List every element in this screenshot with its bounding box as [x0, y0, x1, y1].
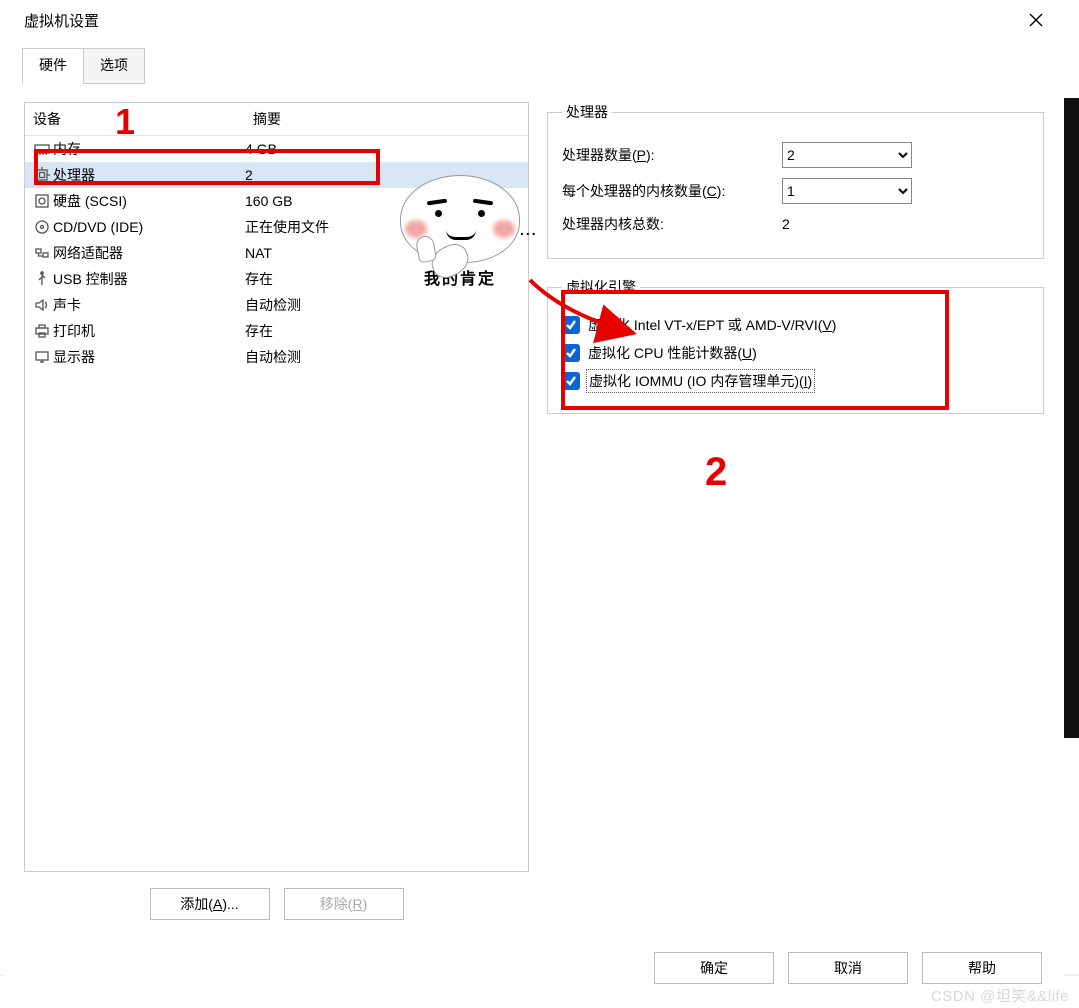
table-row[interactable]: 声卡 自动检测	[25, 292, 528, 318]
cancel-button[interactable]: 取消	[788, 952, 908, 984]
disk-icon	[31, 193, 53, 209]
device-name: 网络适配器	[53, 243, 245, 263]
sound-icon	[31, 297, 53, 313]
printer-icon	[31, 323, 53, 339]
remove-mnemonic: R	[352, 896, 362, 912]
cores-per-proc-select[interactable]: 1	[782, 178, 912, 204]
add-label-post: )...	[222, 896, 238, 912]
iommu-checkbox[interactable]	[562, 372, 580, 390]
cores-per-proc-label: 每个处理器的内核数量(C):	[562, 181, 782, 201]
tab-bar: 硬件 选项	[22, 48, 1064, 84]
iommu-label: 虚拟化 IOMMU (IO 内存管理单元)(I)	[588, 371, 813, 391]
device-name: 内存	[53, 139, 245, 159]
total-cores-label: 处理器内核总数:	[562, 214, 782, 234]
detail-panel: 处理器 处理器数量(P): 2 每个处理器的内核数量(C): 1	[547, 102, 1044, 920]
table-row[interactable]: 显示器 自动检测	[25, 344, 528, 370]
tab-options[interactable]: 选项	[83, 48, 145, 84]
processor-count-select[interactable]: 2	[782, 142, 912, 168]
device-name: 处理器	[53, 165, 245, 185]
add-label-pre: 添加(	[180, 894, 213, 914]
vm-settings-dialog: 虚拟机设置 硬件 选项 设备 摘要 内存 4 GB	[4, 0, 1064, 1000]
help-button[interactable]: 帮助	[922, 952, 1042, 984]
total-cores-value: 2	[782, 216, 912, 232]
network-icon	[31, 245, 53, 261]
ok-button[interactable]: 确定	[654, 952, 774, 984]
close-icon	[1029, 13, 1043, 27]
cd-icon	[31, 219, 53, 235]
device-name: 显示器	[53, 347, 245, 367]
processor-legend: 处理器	[562, 102, 612, 122]
device-name: 声卡	[53, 295, 245, 315]
vt-label: 虚拟化 Intel VT-x/EPT 或 AMD-V/RVI(V)	[588, 315, 836, 335]
virtualization-group: 虚拟化引擎 虚拟化 Intel VT-x/EPT 或 AMD-V/RVI(V) …	[547, 277, 1044, 414]
remove-label-post: )	[363, 896, 368, 912]
close-button[interactable]	[1014, 4, 1058, 36]
window-title: 虚拟机设置	[24, 10, 99, 31]
cpu-counter-label: 虚拟化 CPU 性能计数器(U)	[588, 343, 757, 363]
device-summary: 自动检测	[245, 295, 522, 315]
cpu-icon	[31, 167, 53, 183]
meme-sticker: 我的肯定	[386, 175, 534, 293]
tab-hardware[interactable]: 硬件	[22, 48, 84, 84]
remove-button[interactable]: 移除(R)	[284, 888, 404, 920]
display-icon	[31, 349, 53, 365]
processor-group: 处理器 处理器数量(P): 2 每个处理器的内核数量(C): 1	[547, 102, 1044, 259]
usb-icon	[31, 271, 53, 287]
ellipsis: ...	[520, 222, 538, 238]
annotation-number-1: 1	[115, 101, 135, 143]
device-name: CD/DVD (IDE)	[53, 219, 245, 235]
dialog-footer: 确定 取消 帮助	[654, 952, 1042, 984]
remove-label-pre: 移除(	[320, 894, 353, 914]
hardware-table-header: 设备 摘要	[25, 103, 528, 136]
table-row[interactable]: 打印机 存在	[25, 318, 528, 344]
device-summary: 4 GB	[245, 141, 522, 157]
table-row[interactable]: 内存 4 GB	[25, 136, 528, 162]
device-summary: 存在	[245, 321, 522, 341]
cpu-counter-checkbox[interactable]	[562, 344, 580, 362]
device-name: USB 控制器	[53, 269, 245, 289]
annotation-number-2: 2	[705, 450, 727, 495]
device-summary: 自动检测	[245, 347, 522, 367]
device-name: 打印机	[53, 321, 245, 341]
background-decoration	[1063, 98, 1079, 738]
memory-icon	[31, 141, 53, 157]
device-name: 硬盘 (SCSI)	[53, 191, 245, 211]
add-mnemonic: A	[213, 896, 222, 912]
vt-checkbox[interactable]	[562, 316, 580, 334]
processor-count-label: 处理器数量(P):	[562, 145, 782, 165]
add-button[interactable]: 添加(A)...	[150, 888, 270, 920]
virtualization-legend: 虚拟化引擎	[562, 277, 640, 297]
header-summary: 摘要	[245, 103, 528, 135]
titlebar: 虚拟机设置	[4, 0, 1064, 40]
